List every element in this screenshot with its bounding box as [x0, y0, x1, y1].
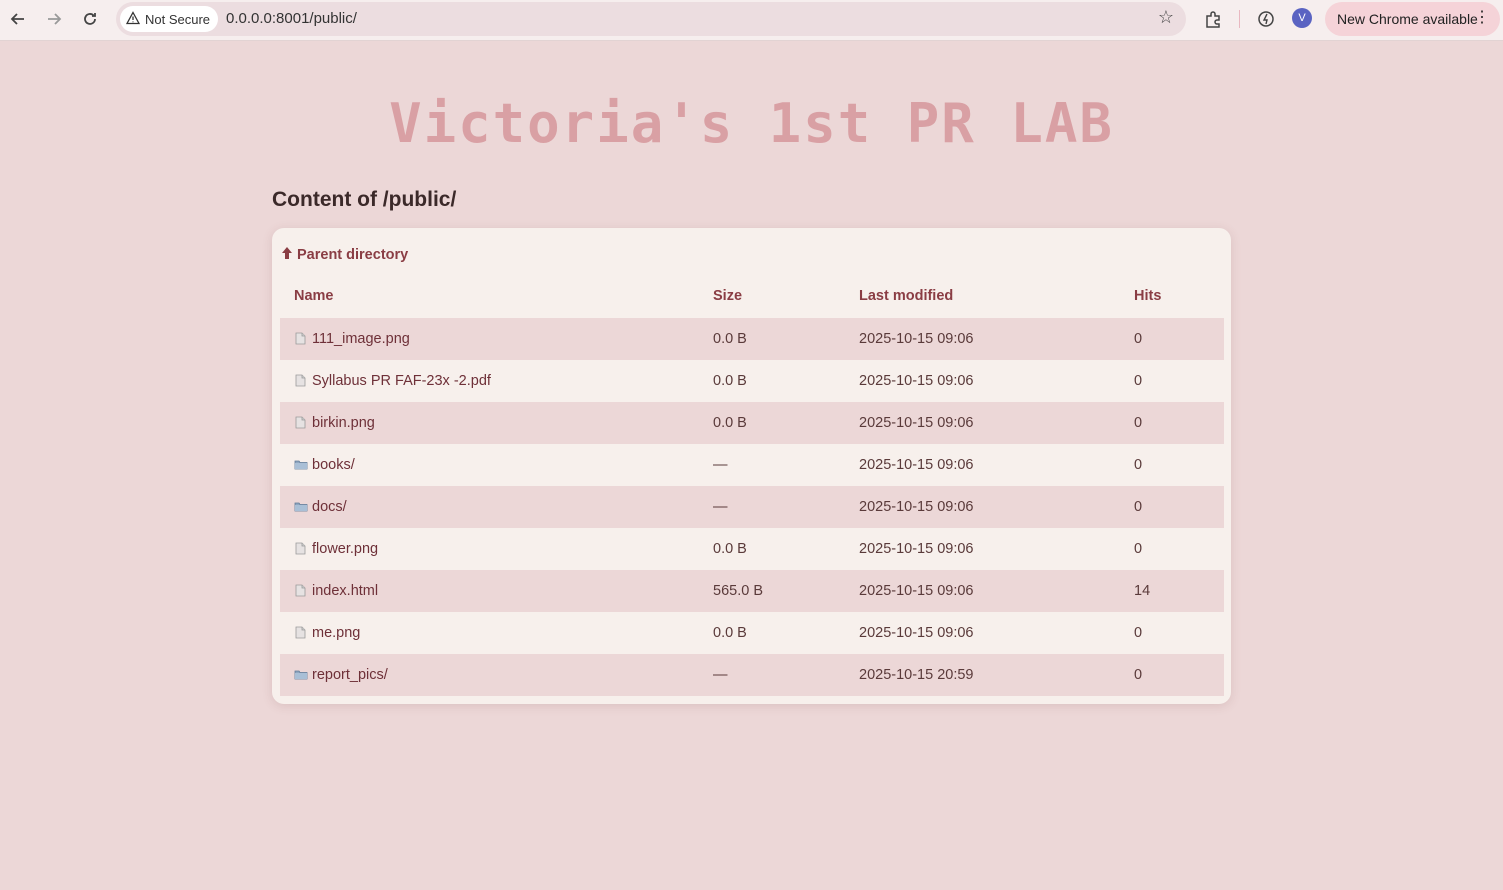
- up-arrow-icon: [281, 246, 293, 264]
- file-icon: [294, 542, 308, 556]
- size-cell: —: [713, 667, 728, 683]
- file-link[interactable]: docs/: [312, 499, 347, 515]
- file-link[interactable]: me.png: [312, 625, 360, 641]
- file-icon: [294, 584, 308, 598]
- folder-icon: [294, 668, 308, 682]
- file-link[interactable]: 111_image.png: [312, 331, 410, 347]
- modified-cell: 2025-10-15 09:06: [859, 331, 974, 347]
- name-cell: 111_image.png: [294, 331, 410, 347]
- forward-icon[interactable]: [41, 6, 67, 32]
- column-header-modified[interactable]: Last modified: [859, 288, 953, 304]
- file-link[interactable]: birkin.png: [312, 415, 375, 431]
- back-icon[interactable]: [5, 6, 31, 32]
- security-label: Not Secure: [145, 11, 211, 27]
- update-label: New Chrome available: [1337, 11, 1478, 27]
- hits-cell: 0: [1134, 373, 1143, 389]
- table-row: Syllabus PR FAF-23x -2.pdf 0.0 B 2025-10-1…: [280, 360, 1224, 402]
- modified-cell: 2025-10-15 09:06: [859, 625, 974, 641]
- name-cell: report_pics/: [294, 667, 388, 683]
- performance-icon[interactable]: [1254, 7, 1278, 31]
- file-link[interactable]: books/: [312, 457, 355, 473]
- hits-cell: 0: [1134, 625, 1143, 641]
- folder-icon: [294, 458, 308, 472]
- name-cell: me.png: [294, 625, 360, 641]
- size-cell: 0.0 B: [713, 331, 747, 347]
- toolbar-divider: [1239, 10, 1240, 28]
- listing-panel: Parent directory Name Size Last modified…: [272, 228, 1231, 704]
- table-row: report_pics/ — 2025-10-15 20:59 0: [280, 654, 1224, 696]
- update-chrome-button[interactable]: New Chrome available ⋮: [1325, 2, 1500, 36]
- table-row: index.html 565.0 B 2025-10-15 09:06 14: [280, 570, 1224, 612]
- hits-cell: 0: [1134, 415, 1143, 431]
- file-link[interactable]: report_pics/: [312, 667, 388, 683]
- site-title: Victoria's 1st PR LAB: [389, 92, 1114, 155]
- name-cell: index.html: [294, 583, 378, 599]
- size-cell: —: [713, 499, 728, 515]
- modified-cell: 2025-10-15 09:06: [859, 373, 974, 389]
- hits-cell: 0: [1134, 499, 1143, 515]
- file-icon: [294, 332, 308, 346]
- table-row: flower.png 0.0 B 2025-10-15 09:06 0: [280, 528, 1224, 570]
- reload-icon[interactable]: [77, 6, 103, 32]
- size-cell: 0.0 B: [713, 415, 747, 431]
- bookmark-star-icon[interactable]: ☆: [1158, 7, 1174, 28]
- hits-cell: 0: [1134, 331, 1143, 347]
- name-cell: birkin.png: [294, 415, 375, 431]
- hits-cell: 0: [1134, 667, 1143, 683]
- table-row: birkin.png 0.0 B 2025-10-15 09:06 0: [280, 402, 1224, 444]
- more-menu-icon[interactable]: ⋮: [1474, 10, 1490, 26]
- table-row: me.png 0.0 B 2025-10-15 09:06 0: [280, 612, 1224, 654]
- modified-cell: 2025-10-15 09:06: [859, 583, 974, 599]
- column-header-hits[interactable]: Hits: [1134, 288, 1161, 304]
- security-chip[interactable]: Not Secure: [120, 6, 219, 32]
- folder-icon: [294, 500, 308, 514]
- column-header-size[interactable]: Size: [713, 288, 742, 304]
- hits-cell: 0: [1134, 541, 1143, 557]
- modified-cell: 2025-10-15 09:06: [859, 415, 974, 431]
- parent-directory-label: Parent directory: [297, 247, 409, 263]
- column-header-name[interactable]: Name: [294, 288, 334, 304]
- profile-avatar[interactable]: V: [1292, 8, 1312, 28]
- size-cell: 0.0 B: [713, 373, 747, 389]
- browser-toolbar: Not Secure 0.0.0.0:8001/public/ ☆ V New …: [0, 0, 1503, 41]
- table-row: 111_image.png 0.0 B 2025-10-15 09:06 0: [280, 318, 1224, 360]
- name-cell: docs/: [294, 499, 347, 515]
- name-cell: Syllabus PR FAF-23x -2.pdf: [294, 373, 491, 389]
- hits-cell: 14: [1134, 583, 1151, 599]
- modified-cell: 2025-10-15 09:06: [859, 541, 974, 557]
- name-cell: books/: [294, 457, 355, 473]
- table-row: docs/ — 2025-10-15 09:06 0: [280, 486, 1224, 528]
- file-link[interactable]: Syllabus PR FAF-23x -2.pdf: [312, 373, 491, 389]
- modified-cell: 2025-10-15 09:06: [859, 457, 974, 473]
- table-row: books/ — 2025-10-15 09:06 0: [280, 444, 1224, 486]
- modified-cell: 2025-10-15 20:59: [859, 667, 974, 683]
- file-icon: [294, 626, 308, 640]
- file-link[interactable]: index.html: [312, 583, 378, 599]
- url-text[interactable]: 0.0.0.0:8001/public/: [226, 10, 357, 27]
- modified-cell: 2025-10-15 09:06: [859, 499, 974, 515]
- page-heading: Content of /public/: [272, 188, 457, 211]
- hits-cell: 0: [1134, 457, 1143, 473]
- address-bar[interactable]: Not Secure 0.0.0.0:8001/public/ ☆: [116, 2, 1186, 36]
- size-cell: 0.0 B: [713, 625, 747, 641]
- size-cell: —: [713, 457, 728, 473]
- warning-icon: [125, 10, 141, 28]
- file-link[interactable]: flower.png: [312, 541, 378, 557]
- file-icon: [294, 374, 308, 388]
- size-cell: 0.0 B: [713, 541, 747, 557]
- size-cell: 565.0 B: [713, 583, 763, 599]
- parent-directory-link[interactable]: Parent directory: [281, 246, 408, 264]
- extensions-icon[interactable]: [1201, 7, 1225, 31]
- file-icon: [294, 416, 308, 430]
- name-cell: flower.png: [294, 541, 378, 557]
